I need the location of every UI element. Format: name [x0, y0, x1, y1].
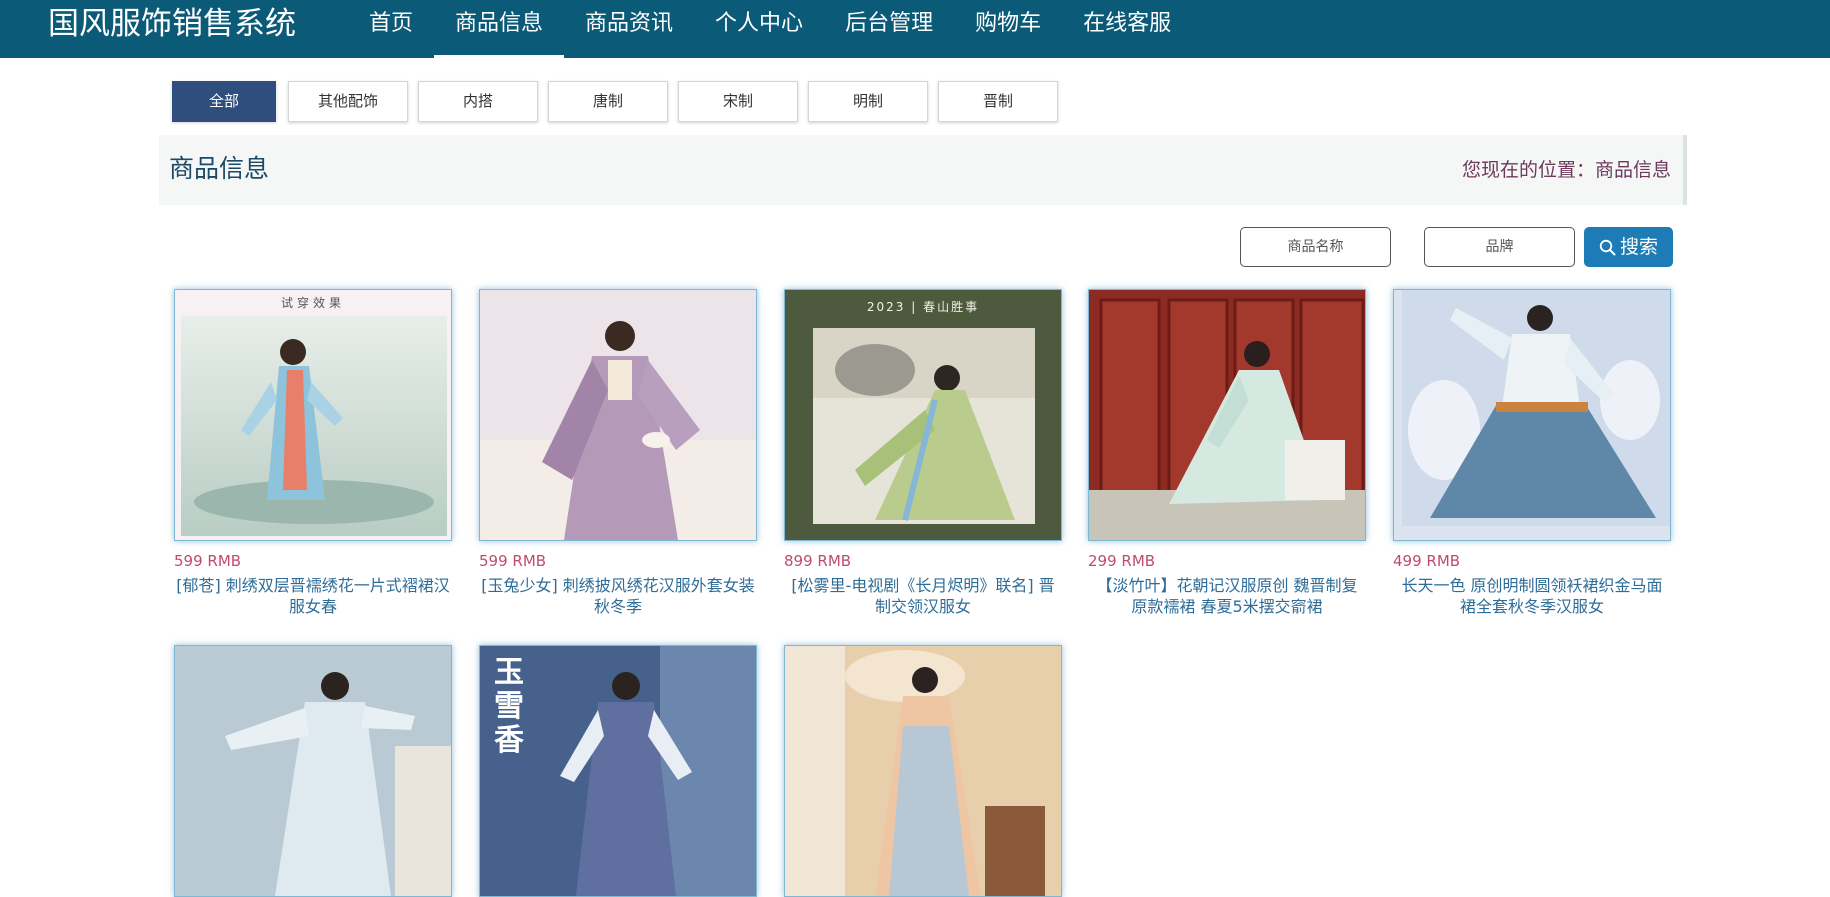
product-price: 499 RMB [1393, 552, 1461, 570]
product-image[interactable]: 2023 | 春山胜事 [784, 289, 1062, 541]
product-card: 499 RMB 长天一色 原创明制圆领袄裙织金马面裙全套秋冬季汉服女 [1393, 289, 1671, 617]
product-name-link[interactable]: [松雾里-电视剧《长月烬明》联名] 晋制交领汉服女 [784, 575, 1062, 617]
nav-cart[interactable]: 购物车 [954, 0, 1062, 58]
product-card: 599 RMB [玉兔少女] 刺绣披风绣花汉服外套女装秋冬季 [479, 289, 757, 617]
product-image[interactable] [1088, 289, 1366, 541]
product-card: 2023 | 春山胜事 899 RMB [松雾里-电视剧《长月烬明》联名] 晋制… [784, 289, 1062, 617]
search-button[interactable]: 搜索 [1584, 227, 1673, 267]
top-navbar: 国风服饰销售系统 首页 商品信息 商品资讯 个人中心 后台管理 购物车 在线客服 [0, 0, 1830, 58]
nav-profile[interactable]: 个人中心 [694, 0, 824, 58]
product-card: 玉雪香 [479, 645, 757, 897]
category-tabs: 全部 其他配饰 内搭 唐制 宋制 明制 晋制 [172, 81, 1068, 122]
product-card: 试穿效果 599 RMB [郁苍] 刺绣双层晋襦绣花一片式褶裙汉服女春 [174, 289, 452, 617]
category-tab-innerwear[interactable]: 内搭 [418, 81, 538, 122]
brand-input[interactable] [1424, 227, 1575, 267]
nav-news[interactable]: 商品资讯 [564, 0, 694, 58]
product-card [784, 645, 1062, 897]
search-button-label: 搜索 [1619, 236, 1658, 258]
category-tab-ming[interactable]: 明制 [808, 81, 928, 122]
nav-home[interactable]: 首页 [348, 0, 434, 58]
category-tab-jin[interactable]: 晋制 [938, 81, 1058, 122]
product-image[interactable] [174, 645, 452, 897]
page-header: 商品信息 您现在的位置：商品信息 [159, 135, 1687, 205]
category-tab-song[interactable]: 宋制 [678, 81, 798, 122]
main-nav: 首页 商品信息 商品资讯 个人中心 后台管理 购物车 在线客服 [348, 0, 1192, 58]
product-name-link[interactable]: [郁苍] 刺绣双层晋襦绣花一片式褶裙汉服女春 [174, 575, 452, 617]
nav-admin[interactable]: 后台管理 [824, 0, 954, 58]
nav-support[interactable]: 在线客服 [1062, 0, 1192, 58]
site-brand[interactable]: 国风服饰销售系统 [48, 4, 296, 44]
category-tab-tang[interactable]: 唐制 [548, 81, 668, 122]
product-price: 599 RMB [479, 552, 547, 570]
product-image[interactable] [784, 645, 1062, 897]
search-icon [1599, 239, 1616, 255]
product-name-link[interactable]: [玉兔少女] 刺绣披风绣花汉服外套女装秋冬季 [479, 575, 757, 617]
product-name-link[interactable]: 【淡竹叶】花朝记汉服原创 魏晋制复原款襦裙 春夏5米摆交窬裙 [1088, 575, 1366, 617]
product-card [174, 645, 452, 897]
product-image[interactable] [1393, 289, 1671, 541]
product-image[interactable] [479, 289, 757, 541]
product-image[interactable]: 玉雪香 [479, 645, 757, 897]
product-card: 299 RMB 【淡竹叶】花朝记汉服原创 魏晋制复原款襦裙 春夏5米摆交窬裙 [1088, 289, 1366, 617]
product-name-link[interactable]: 长天一色 原创明制圆领袄裙织金马面裙全套秋冬季汉服女 [1393, 575, 1671, 617]
product-price: 599 RMB [174, 552, 242, 570]
product-price: 899 RMB [784, 552, 852, 570]
category-tab-accessories[interactable]: 其他配饰 [288, 81, 408, 122]
product-price: 299 RMB [1088, 552, 1156, 570]
product-name-input[interactable] [1240, 227, 1391, 267]
nav-products[interactable]: 商品信息 [434, 0, 565, 58]
page-title: 商品信息 [169, 154, 270, 183]
category-tab-all[interactable]: 全部 [172, 81, 276, 122]
product-image[interactable]: 试穿效果 [174, 289, 452, 541]
image-caption: 玉雪香 [494, 655, 524, 758]
breadcrumb: 您现在的位置：商品信息 [1461, 159, 1671, 181]
